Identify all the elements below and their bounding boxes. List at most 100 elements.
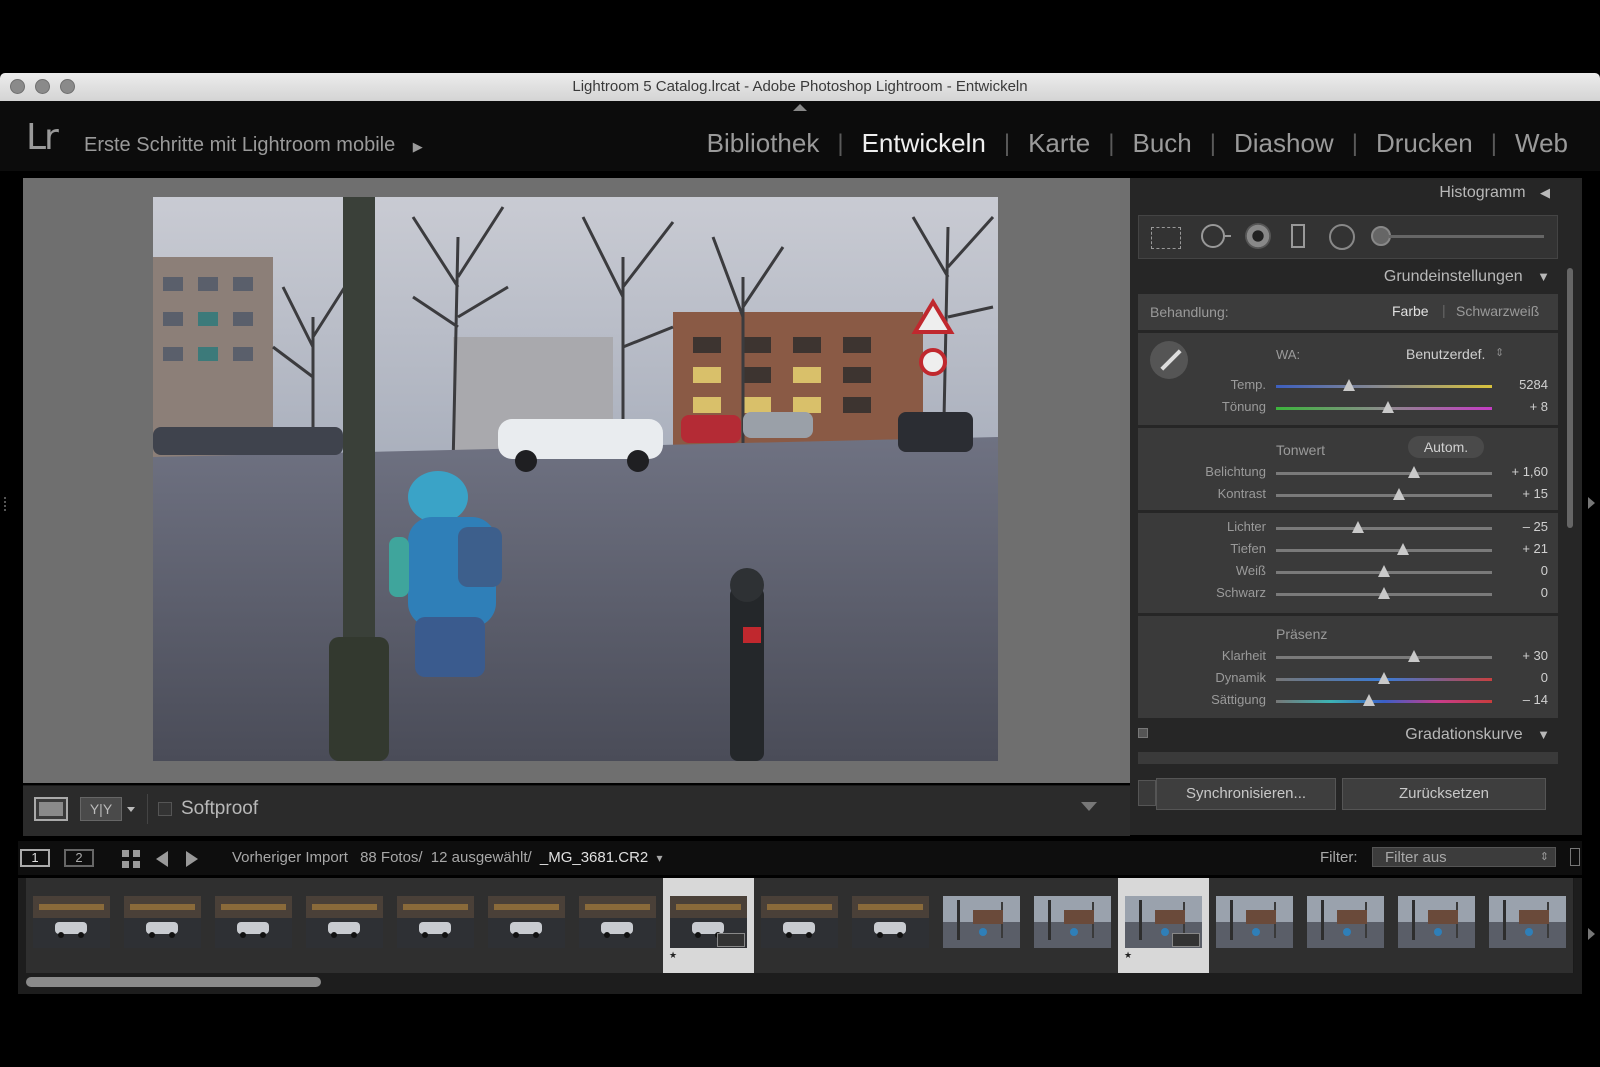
filmstrip-thumbnail[interactable] <box>754 878 846 973</box>
before-after-dropdown-icon[interactable] <box>127 807 135 812</box>
filmstrip-thumbnail[interactable] <box>481 878 573 973</box>
slider-schwarz[interactable]: Schwarz 0 <box>1138 585 1558 605</box>
spot-removal-icon[interactable] <box>1201 224 1225 248</box>
filmstrip-thumbnail[interactable] <box>390 878 482 973</box>
slider-thumb[interactable] <box>1362 694 1375 706</box>
slider-thumb[interactable] <box>1378 565 1390 577</box>
slider-value[interactable]: 0 <box>1541 563 1548 578</box>
radial-filter-icon[interactable] <box>1329 224 1355 250</box>
previous-arrow-icon[interactable] <box>156 851 168 867</box>
collapse-filmstrip-icon[interactable] <box>1588 928 1595 940</box>
module-entwickeln[interactable]: Entwickeln <box>844 128 1004 159</box>
source-breadcrumb[interactable]: Vorheriger Import 88 Fotos/ 12 ausgewähl… <box>232 849 662 866</box>
slider-tiefen[interactable]: Tiefen + 21 <box>1138 541 1558 561</box>
filmstrip-thumbnail[interactable] <box>208 878 300 973</box>
slider-kontrast[interactable]: Kontrast + 15 <box>1138 486 1558 506</box>
slider-value[interactable]: – 25 <box>1523 519 1548 534</box>
slider-value[interactable]: 5284 <box>1519 377 1548 392</box>
filmstrip-thumbnail[interactable]: ★ <box>663 878 755 973</box>
filmstrip-thumbnail[interactable] <box>936 878 1028 973</box>
histogram-header[interactable]: Histogramm ◀ <box>1439 184 1550 202</box>
auto-tone-button[interactable]: Autom. <box>1408 436 1484 458</box>
slider-track[interactable] <box>1276 527 1492 530</box>
slider-value[interactable]: + 8 <box>1530 399 1548 414</box>
slider-value[interactable]: + 1,60 <box>1511 464 1548 479</box>
slider-track[interactable] <box>1276 656 1492 659</box>
module-diashow[interactable]: Diashow <box>1216 128 1352 159</box>
collapse-right-panel-icon[interactable] <box>1588 497 1595 509</box>
second-screen-button[interactable]: 2 <box>64 849 94 867</box>
treatment-color-option[interactable]: Farbe <box>1392 303 1429 319</box>
slider-value[interactable]: 0 <box>1541 585 1548 600</box>
slider-thumb[interactable] <box>1382 401 1395 413</box>
wb-eyedropper-icon[interactable] <box>1150 341 1188 379</box>
tone-curve-header[interactable]: Gradationskurve ▼ <box>1405 726 1550 744</box>
crop-tool-icon[interactable] <box>1151 227 1181 249</box>
filmstrip-thumbnail[interactable]: ★ <box>1118 878 1210 973</box>
slider-track[interactable] <box>1276 385 1492 388</box>
left-panel-toggle[interactable] <box>4 497 12 511</box>
slider-value[interactable]: + 21 <box>1522 541 1548 556</box>
module-karte[interactable]: Karte <box>1010 128 1108 159</box>
slider-value[interactable]: – 14 <box>1523 692 1548 707</box>
slider-track[interactable] <box>1276 494 1492 497</box>
slider-tönung[interactable]: Tönung + 8 <box>1138 399 1558 419</box>
slider-weiß[interactable]: Weiß 0 <box>1138 563 1558 583</box>
tone-curve-toggle[interactable] <box>1138 728 1148 738</box>
slider-value[interactable]: + 30 <box>1522 648 1548 663</box>
softproof-checkbox[interactable] <box>158 802 172 816</box>
slider-track[interactable] <box>1276 472 1492 475</box>
filmstrip-thumbnail[interactable] <box>1209 878 1301 973</box>
slider-track[interactable] <box>1276 549 1492 552</box>
module-web[interactable]: Web <box>1497 128 1586 159</box>
filmstrip-thumbnail[interactable] <box>572 878 664 973</box>
slider-thumb[interactable] <box>1408 466 1421 478</box>
filmstrip-thumbnail[interactable] <box>1482 878 1574 973</box>
filmstrip-thumbnail[interactable] <box>1391 878 1483 973</box>
loupe-view-button[interactable] <box>34 797 68 821</box>
panel-scrollbar[interactable] <box>1567 268 1573 528</box>
filmstrip-thumbnail[interactable] <box>299 878 391 973</box>
slider-thumb[interactable] <box>1408 650 1421 662</box>
main-screen-button[interactable]: 1 <box>20 849 50 867</box>
slider-thumb[interactable] <box>1397 543 1410 555</box>
slider-track[interactable] <box>1276 700 1492 703</box>
before-after-button[interactable]: Y|Y <box>80 797 122 821</box>
slider-lichter[interactable]: Lichter – 25 <box>1138 519 1558 539</box>
filmstrip-scrollbar[interactable] <box>26 977 321 987</box>
slider-sättigung[interactable]: Sättigung – 14 <box>1138 692 1558 712</box>
slider-value[interactable]: + 15 <box>1522 486 1548 501</box>
slider-temp[interactable]: Temp. 5284 <box>1138 377 1558 397</box>
toolbar-content-dropdown-icon[interactable] <box>1081 802 1097 811</box>
wb-preset-dropdown[interactable]: Benutzerdef. <box>1406 346 1485 362</box>
treatment-bw-option[interactable]: Schwarzweiß <box>1456 303 1539 319</box>
reset-button[interactable]: Zurücksetzen <box>1342 778 1546 810</box>
filter-lock-icon[interactable] <box>1570 848 1580 866</box>
brush-size-track[interactable] <box>1389 235 1544 238</box>
graduated-filter-icon[interactable] <box>1291 224 1305 248</box>
module-drucken[interactable]: Drucken <box>1358 128 1491 159</box>
filmstrip-thumbnail[interactable] <box>845 878 937 973</box>
slider-belichtung[interactable]: Belichtung + 1,60 <box>1138 464 1558 484</box>
slider-thumb[interactable] <box>1378 587 1390 599</box>
next-arrow-icon[interactable] <box>186 851 198 867</box>
filmstrip-thumbnail[interactable] <box>1300 878 1392 973</box>
slider-thumb[interactable] <box>1378 672 1390 684</box>
module-buch[interactable]: Buch <box>1114 128 1209 159</box>
basic-panel-header[interactable]: Grundeinstellungen ▼ <box>1384 268 1550 286</box>
slider-thumb[interactable] <box>1393 488 1406 500</box>
module-bibliothek[interactable]: Bibliothek <box>689 128 838 159</box>
slider-thumb[interactable] <box>1352 521 1365 533</box>
main-photo[interactable] <box>153 197 998 761</box>
red-eye-icon[interactable] <box>1245 223 1271 249</box>
slider-value[interactable]: 0 <box>1541 670 1548 685</box>
adjustment-brush-icon[interactable] <box>1371 226 1391 246</box>
auto-sync-toggle[interactable] <box>1138 780 1156 806</box>
filter-dropdown[interactable]: Filter aus ⇕ <box>1372 847 1556 867</box>
slider-dynamik[interactable]: Dynamik 0 <box>1138 670 1558 690</box>
grid-view-icon[interactable] <box>122 850 140 868</box>
slider-klarheit[interactable]: Klarheit + 30 <box>1138 648 1558 668</box>
slider-thumb[interactable] <box>1343 379 1356 391</box>
filmstrip-thumbnail[interactable] <box>117 878 209 973</box>
filmstrip-thumbnail[interactable] <box>26 878 118 973</box>
